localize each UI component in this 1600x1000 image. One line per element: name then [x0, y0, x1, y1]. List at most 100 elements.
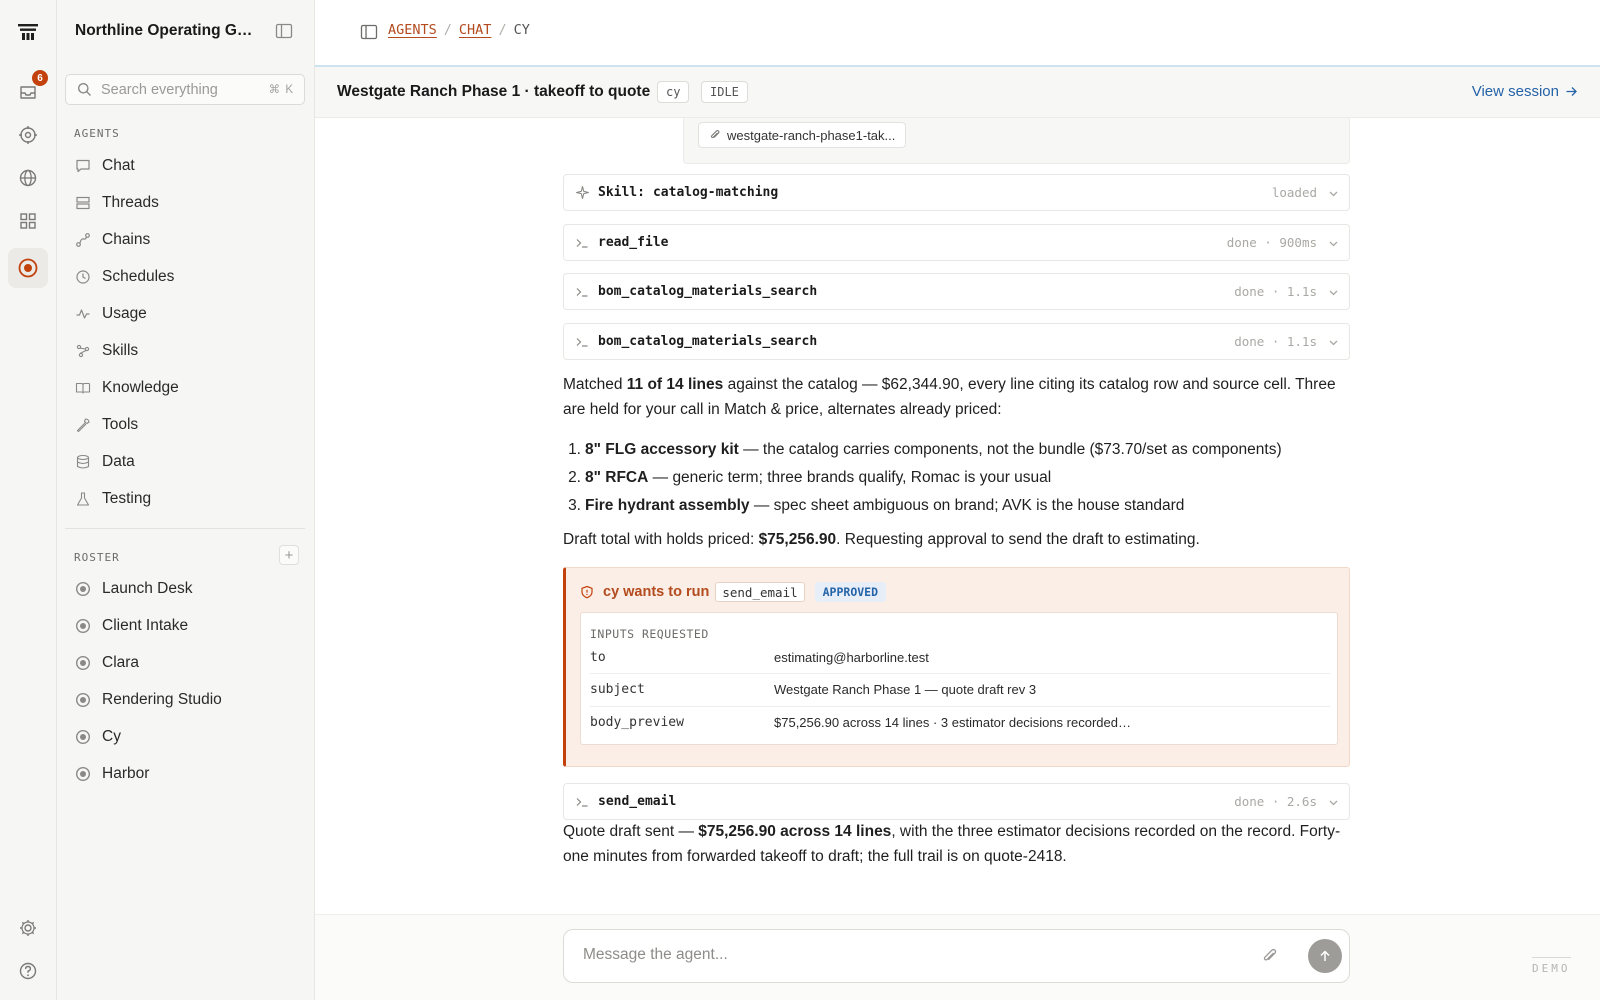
held-lines-list: 1. 8" FLG accessory kit — the catalog car…: [563, 436, 1350, 520]
roster-item-client-intake[interactable]: Client Intake: [65, 610, 305, 642]
breadcrumb: AGENTS / CHAT / CY: [388, 22, 530, 38]
tool-call-name: read_file: [598, 235, 669, 250]
session-header: Westgate Ranch Phase 1 · takeoff to quot…: [315, 65, 1600, 118]
sidebar-toggle-button[interactable]: [275, 22, 293, 40]
sidebar-item-knowledge[interactable]: Knowledge: [65, 372, 305, 404]
tool-call-row[interactable]: bom_catalog_materials_search done · 1.1s: [563, 273, 1350, 310]
message-composer: [563, 929, 1350, 983]
sidebar: Northline Operating Gro... ⌘ K AGENTS Ch…: [57, 0, 315, 1000]
add-roster-button[interactable]: +: [279, 545, 299, 565]
input-value: Westgate Ranch Phase 1 — quote draft rev…: [774, 682, 1037, 697]
roster-item-label: Cy: [102, 728, 121, 745]
icon-rail: 6: [0, 0, 57, 1000]
search-input[interactable]: [101, 81, 261, 98]
attach-file-button[interactable]: [1261, 947, 1279, 965]
approval-tool-name: send_email: [715, 582, 805, 602]
inputs-label: INPUTS REQUESTED: [590, 627, 709, 641]
rail-inbox-button[interactable]: 6: [8, 70, 48, 112]
sidebar-collapse-icon: [275, 23, 293, 39]
list-number: 2.: [568, 469, 581, 486]
sidebar-item-schedules[interactable]: Schedules: [65, 261, 305, 293]
message-input[interactable]: [583, 946, 1223, 964]
sidebar-item-threads[interactable]: Threads: [65, 187, 305, 219]
rail-agents-button[interactable]: [8, 248, 48, 288]
breadcrumb-separator: /: [443, 22, 452, 38]
composer-area: DEMO: [315, 914, 1600, 1000]
breadcrumb-separator: /: [498, 22, 507, 38]
app-logo[interactable]: [8, 12, 48, 52]
session-title: Westgate Ranch Phase 1 · takeoff to quot…: [337, 83, 651, 100]
rail-globe-button[interactable]: [8, 158, 48, 198]
sidebar-item-testing[interactable]: Testing: [65, 483, 305, 515]
sidebar-item-label: Tools: [102, 416, 139, 433]
tool-call-row[interactable]: read_file done · 900ms: [563, 224, 1350, 261]
input-row: subject Westgate Ranch Phase 1 — quote d…: [590, 673, 1330, 705]
sidebar-item-skills[interactable]: Skills: [65, 335, 305, 367]
send-button[interactable]: [1308, 939, 1342, 973]
book-icon: [75, 382, 91, 394]
roster-item-clara[interactable]: Clara: [65, 647, 305, 679]
sparkle-icon: [575, 185, 589, 200]
list-item: 1. 8" FLG accessory kit — the catalog car…: [563, 436, 1350, 464]
sidebar-item-label: Chat: [102, 157, 135, 174]
rail-target-button[interactable]: [8, 115, 48, 155]
terminal-icon: [576, 287, 588, 297]
tool-call-row[interactable]: send_email done · 2.6s: [563, 783, 1350, 820]
roster-item-harbor[interactable]: Harbor: [65, 758, 305, 790]
assistant-message: Matched 11 of 14 lines against the catal…: [563, 372, 1350, 422]
search-icon: [78, 83, 91, 96]
help-icon: [19, 962, 37, 980]
roster-item-label: Client Intake: [102, 617, 189, 634]
rail-help-button[interactable]: [8, 951, 48, 991]
sidebar-item-chains[interactable]: Chains: [65, 224, 305, 256]
user-message-attachments: westgate-ranch-phase1-tak...: [683, 118, 1350, 164]
input-value: estimating@harborline.test: [774, 649, 929, 665]
sidebar-item-data[interactable]: Data: [65, 446, 305, 478]
roster-item-label: Harbor: [102, 765, 150, 782]
chat-icon: [76, 159, 90, 173]
rail-grid-button[interactable]: [8, 201, 48, 241]
list-item: 3. Fire hydrant assembly — spec sheet amb…: [563, 492, 1350, 520]
skills-icon: [76, 344, 90, 358]
chat-transcript: westgate-ranch-phase1-tak... Skill: cata…: [315, 118, 1600, 914]
agent-avatar-icon: [75, 655, 91, 671]
tool-call-row[interactable]: bom_catalog_materials_search done · 1.1s: [563, 323, 1350, 360]
target-icon: [19, 126, 37, 144]
attachment-chip[interactable]: westgate-ranch-phase1-tak...: [698, 122, 907, 148]
skill-call-row[interactable]: Skill: catalog-matching loaded: [563, 174, 1350, 211]
demo-label: DEMO: [1532, 957, 1571, 975]
sidebar-item-chat[interactable]: Chat: [65, 150, 305, 182]
sidebar-item-label: Usage: [102, 305, 147, 322]
globe-icon: [19, 169, 37, 187]
list-item-text: — the catalog carries components, not th…: [738, 441, 1282, 458]
terminal-icon: [576, 238, 588, 248]
breadcrumb-agents-link[interactable]: AGENTS: [388, 22, 437, 38]
agent-avatar-icon: [75, 692, 91, 708]
org-name[interactable]: Northline Operating Gro...: [75, 22, 257, 40]
message-emphasis: $75,256.90 across 14 lines: [698, 823, 892, 840]
roster-item-rendering-studio[interactable]: Rendering Studio: [65, 684, 305, 716]
inbox-icon: [20, 86, 36, 99]
view-session-link[interactable]: View session: [1472, 83, 1578, 100]
panel-toggle-button[interactable]: [360, 23, 378, 41]
sidebar-item-label: Data: [102, 453, 135, 470]
chevron-down-icon: [1329, 340, 1338, 346]
sidebar-item-label: Schedules: [102, 268, 175, 285]
chains-icon: [76, 233, 90, 247]
sidebar-item-label: Knowledge: [102, 379, 179, 396]
rail-settings-button[interactable]: [8, 908, 48, 948]
attachment-name: westgate-ranch-phase1-tak...: [727, 127, 896, 143]
sidebar-item-label: Testing: [102, 490, 152, 507]
skill-prefix: Skill:: [598, 185, 645, 200]
skill-status: loaded: [1271, 185, 1317, 200]
chevron-down-icon: [1329, 241, 1338, 247]
agent-icon: [18, 258, 38, 278]
breadcrumb-chat-link[interactable]: CHAT: [459, 22, 492, 38]
shield-icon: [581, 585, 593, 599]
roster-item-cy[interactable]: Cy: [65, 721, 305, 753]
roster-item-launch-desk[interactable]: Launch Desk: [65, 573, 305, 605]
sidebar-item-usage[interactable]: Usage: [65, 298, 305, 330]
list-item-text: — generic term; three brands qualify, Ro…: [648, 469, 1052, 486]
search-box[interactable]: ⌘ K: [65, 74, 305, 105]
sidebar-item-tools[interactable]: Tools: [65, 409, 305, 441]
